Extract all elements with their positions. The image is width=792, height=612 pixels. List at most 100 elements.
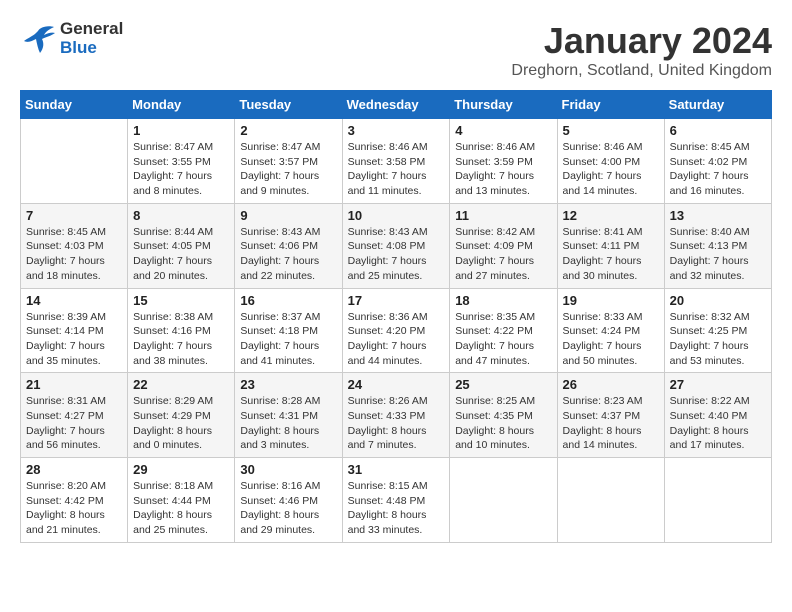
calendar-cell: 9 Sunrise: 8:43 AM Sunset: 4:06 PM Daylig… [235,203,342,288]
day-header-tuesday: Tuesday [235,91,342,119]
day-info: Sunrise: 8:37 AM Sunset: 4:18 PM Dayligh… [240,310,336,369]
day-number: 22 [133,377,229,392]
logo-blue-text: Blue [60,39,123,58]
day-number: 28 [26,462,122,477]
calendar-cell: 18 Sunrise: 8:35 AM Sunset: 4:22 PM Dayli… [450,288,557,373]
calendar-cell: 29Sunrise: 8:18 AM Sunset: 4:44 PM Dayli… [128,458,235,543]
day-info: Sunrise: 8:36 AM Sunset: 4:20 PM Dayligh… [348,310,445,369]
day-number: 15 [133,293,229,308]
day-info: Sunrise: 8:16 AM Sunset: 4:46 PM Dayligh… [240,479,336,538]
calendar-cell: 12 Sunrise: 8:41 AM Sunset: 4:11 PM Dayli… [557,203,664,288]
calendar-week-row: 21Sunrise: 8:31 AM Sunset: 4:27 PM Dayli… [21,373,772,458]
day-header-monday: Monday [128,91,235,119]
day-number: 18 [455,293,551,308]
calendar-cell: 3Sunrise: 8:46 AM Sunset: 3:58 PM Daylig… [342,119,450,204]
calendar-cell: 14 Sunrise: 8:39 AM Sunset: 4:14 PM Dayli… [21,288,128,373]
day-number: 26 [563,377,659,392]
calendar-cell: 8Sunrise: 8:44 AM Sunset: 4:05 PM Daylig… [128,203,235,288]
calendar-cell [664,458,771,543]
day-info: Sunrise: 8:38 AM Sunset: 4:16 PM Dayligh… [133,310,229,369]
calendar-cell: 2Sunrise: 8:47 AM Sunset: 3:57 PM Daylig… [235,119,342,204]
day-info: Sunrise: 8:46 AM Sunset: 3:59 PM Dayligh… [455,140,551,199]
day-number: 27 [670,377,766,392]
day-number: 24 [348,377,445,392]
day-info: Sunrise: 8:39 AM Sunset: 4:14 PM Dayligh… [26,310,122,369]
day-number: 30 [240,462,336,477]
calendar-cell [21,119,128,204]
calendar-week-row: 28 Sunrise: 8:20 AM Sunset: 4:42 PM Dayli… [21,458,772,543]
day-info: Sunrise: 8:43 AM Sunset: 4:06 PM Dayligh… [240,225,336,284]
calendar-cell: 21Sunrise: 8:31 AM Sunset: 4:27 PM Dayli… [21,373,128,458]
calendar-cell: 11Sunrise: 8:42 AM Sunset: 4:09 PM Dayli… [450,203,557,288]
day-number: 10 [348,208,445,223]
calendar-cell: 20 Sunrise: 8:32 AM Sunset: 4:25 PM Dayli… [664,288,771,373]
calendar-cell: 7 Sunrise: 8:45 AM Sunset: 4:03 PM Daylig… [21,203,128,288]
day-number: 3 [348,123,445,138]
day-info: Sunrise: 8:35 AM Sunset: 4:22 PM Dayligh… [455,310,551,369]
calendar-header-row: SundayMondayTuesdayWednesdayThursdayFrid… [21,91,772,119]
calendar-cell: 17Sunrise: 8:36 AM Sunset: 4:20 PM Dayli… [342,288,450,373]
page-header: General Blue January 2024 Dreghorn, Scot… [20,20,772,80]
day-number: 1 [133,123,229,138]
day-info: Sunrise: 8:29 AM Sunset: 4:29 PM Dayligh… [133,394,229,453]
day-header-saturday: Saturday [664,91,771,119]
calendar-cell: 19 Sunrise: 8:33 AM Sunset: 4:24 PM Dayli… [557,288,664,373]
day-info: Sunrise: 8:41 AM Sunset: 4:11 PM Dayligh… [563,225,659,284]
day-number: 14 [26,293,122,308]
day-info: Sunrise: 8:20 AM Sunset: 4:42 PM Dayligh… [26,479,122,538]
location-subtitle: Dreghorn, Scotland, United Kingdom [511,62,772,80]
day-number: 21 [26,377,122,392]
day-header-wednesday: Wednesday [342,91,450,119]
day-number: 11 [455,208,551,223]
logo-general-text: General [60,20,123,39]
calendar-table: SundayMondayTuesdayWednesdayThursdayFrid… [20,90,772,543]
day-info: Sunrise: 8:46 AM Sunset: 4:00 PM Dayligh… [563,140,659,199]
calendar-cell: 26Sunrise: 8:23 AM Sunset: 4:37 PM Dayli… [557,373,664,458]
calendar-cell: 6Sunrise: 8:45 AM Sunset: 4:02 PM Daylig… [664,119,771,204]
calendar-cell: 5 Sunrise: 8:46 AM Sunset: 4:00 PM Daylig… [557,119,664,204]
calendar-cell: 25Sunrise: 8:25 AM Sunset: 4:35 PM Dayli… [450,373,557,458]
calendar-cell: 22 Sunrise: 8:29 AM Sunset: 4:29 PM Dayli… [128,373,235,458]
day-number: 7 [26,208,122,223]
day-number: 2 [240,123,336,138]
day-info: Sunrise: 8:45 AM Sunset: 4:03 PM Dayligh… [26,225,122,284]
day-number: 12 [563,208,659,223]
day-number: 31 [348,462,445,477]
day-number: 25 [455,377,551,392]
day-info: Sunrise: 8:33 AM Sunset: 4:24 PM Dayligh… [563,310,659,369]
day-info: Sunrise: 8:40 AM Sunset: 4:13 PM Dayligh… [670,225,766,284]
calendar-week-row: 14 Sunrise: 8:39 AM Sunset: 4:14 PM Dayli… [21,288,772,373]
day-info: Sunrise: 8:45 AM Sunset: 4:02 PM Dayligh… [670,140,766,199]
calendar-cell: 24 Sunrise: 8:26 AM Sunset: 4:33 PM Dayli… [342,373,450,458]
calendar-cell: 4Sunrise: 8:46 AM Sunset: 3:59 PM Daylig… [450,119,557,204]
logo: General Blue [20,20,123,57]
calendar-cell: 15 Sunrise: 8:38 AM Sunset: 4:16 PM Dayli… [128,288,235,373]
day-number: 13 [670,208,766,223]
day-header-thursday: Thursday [450,91,557,119]
calendar-cell: 1Sunrise: 8:47 AM Sunset: 3:55 PM Daylig… [128,119,235,204]
day-number: 8 [133,208,229,223]
month-title: January 2024 [511,20,772,62]
day-number: 19 [563,293,659,308]
day-header-friday: Friday [557,91,664,119]
day-number: 20 [670,293,766,308]
day-info: Sunrise: 8:32 AM Sunset: 4:25 PM Dayligh… [670,310,766,369]
day-info: Sunrise: 8:22 AM Sunset: 4:40 PM Dayligh… [670,394,766,453]
day-info: Sunrise: 8:43 AM Sunset: 4:08 PM Dayligh… [348,225,445,284]
calendar-cell: 31Sunrise: 8:15 AM Sunset: 4:48 PM Dayli… [342,458,450,543]
day-number: 5 [563,123,659,138]
calendar-cell: 16Sunrise: 8:37 AM Sunset: 4:18 PM Dayli… [235,288,342,373]
calendar-week-row: 7 Sunrise: 8:45 AM Sunset: 4:03 PM Daylig… [21,203,772,288]
calendar-cell: 30 Sunrise: 8:16 AM Sunset: 4:46 PM Dayli… [235,458,342,543]
day-number: 9 [240,208,336,223]
logo-text: General Blue [60,20,123,57]
calendar-cell: 10 Sunrise: 8:43 AM Sunset: 4:08 PM Dayli… [342,203,450,288]
day-info: Sunrise: 8:26 AM Sunset: 4:33 PM Dayligh… [348,394,445,453]
calendar-cell [450,458,557,543]
calendar-cell: 28 Sunrise: 8:20 AM Sunset: 4:42 PM Dayli… [21,458,128,543]
day-number: 23 [240,377,336,392]
calendar-cell: 13 Sunrise: 8:40 AM Sunset: 4:13 PM Dayli… [664,203,771,288]
day-info: Sunrise: 8:28 AM Sunset: 4:31 PM Dayligh… [240,394,336,453]
calendar-week-row: 1Sunrise: 8:47 AM Sunset: 3:55 PM Daylig… [21,119,772,204]
calendar-cell: 27 Sunrise: 8:22 AM Sunset: 4:40 PM Dayli… [664,373,771,458]
